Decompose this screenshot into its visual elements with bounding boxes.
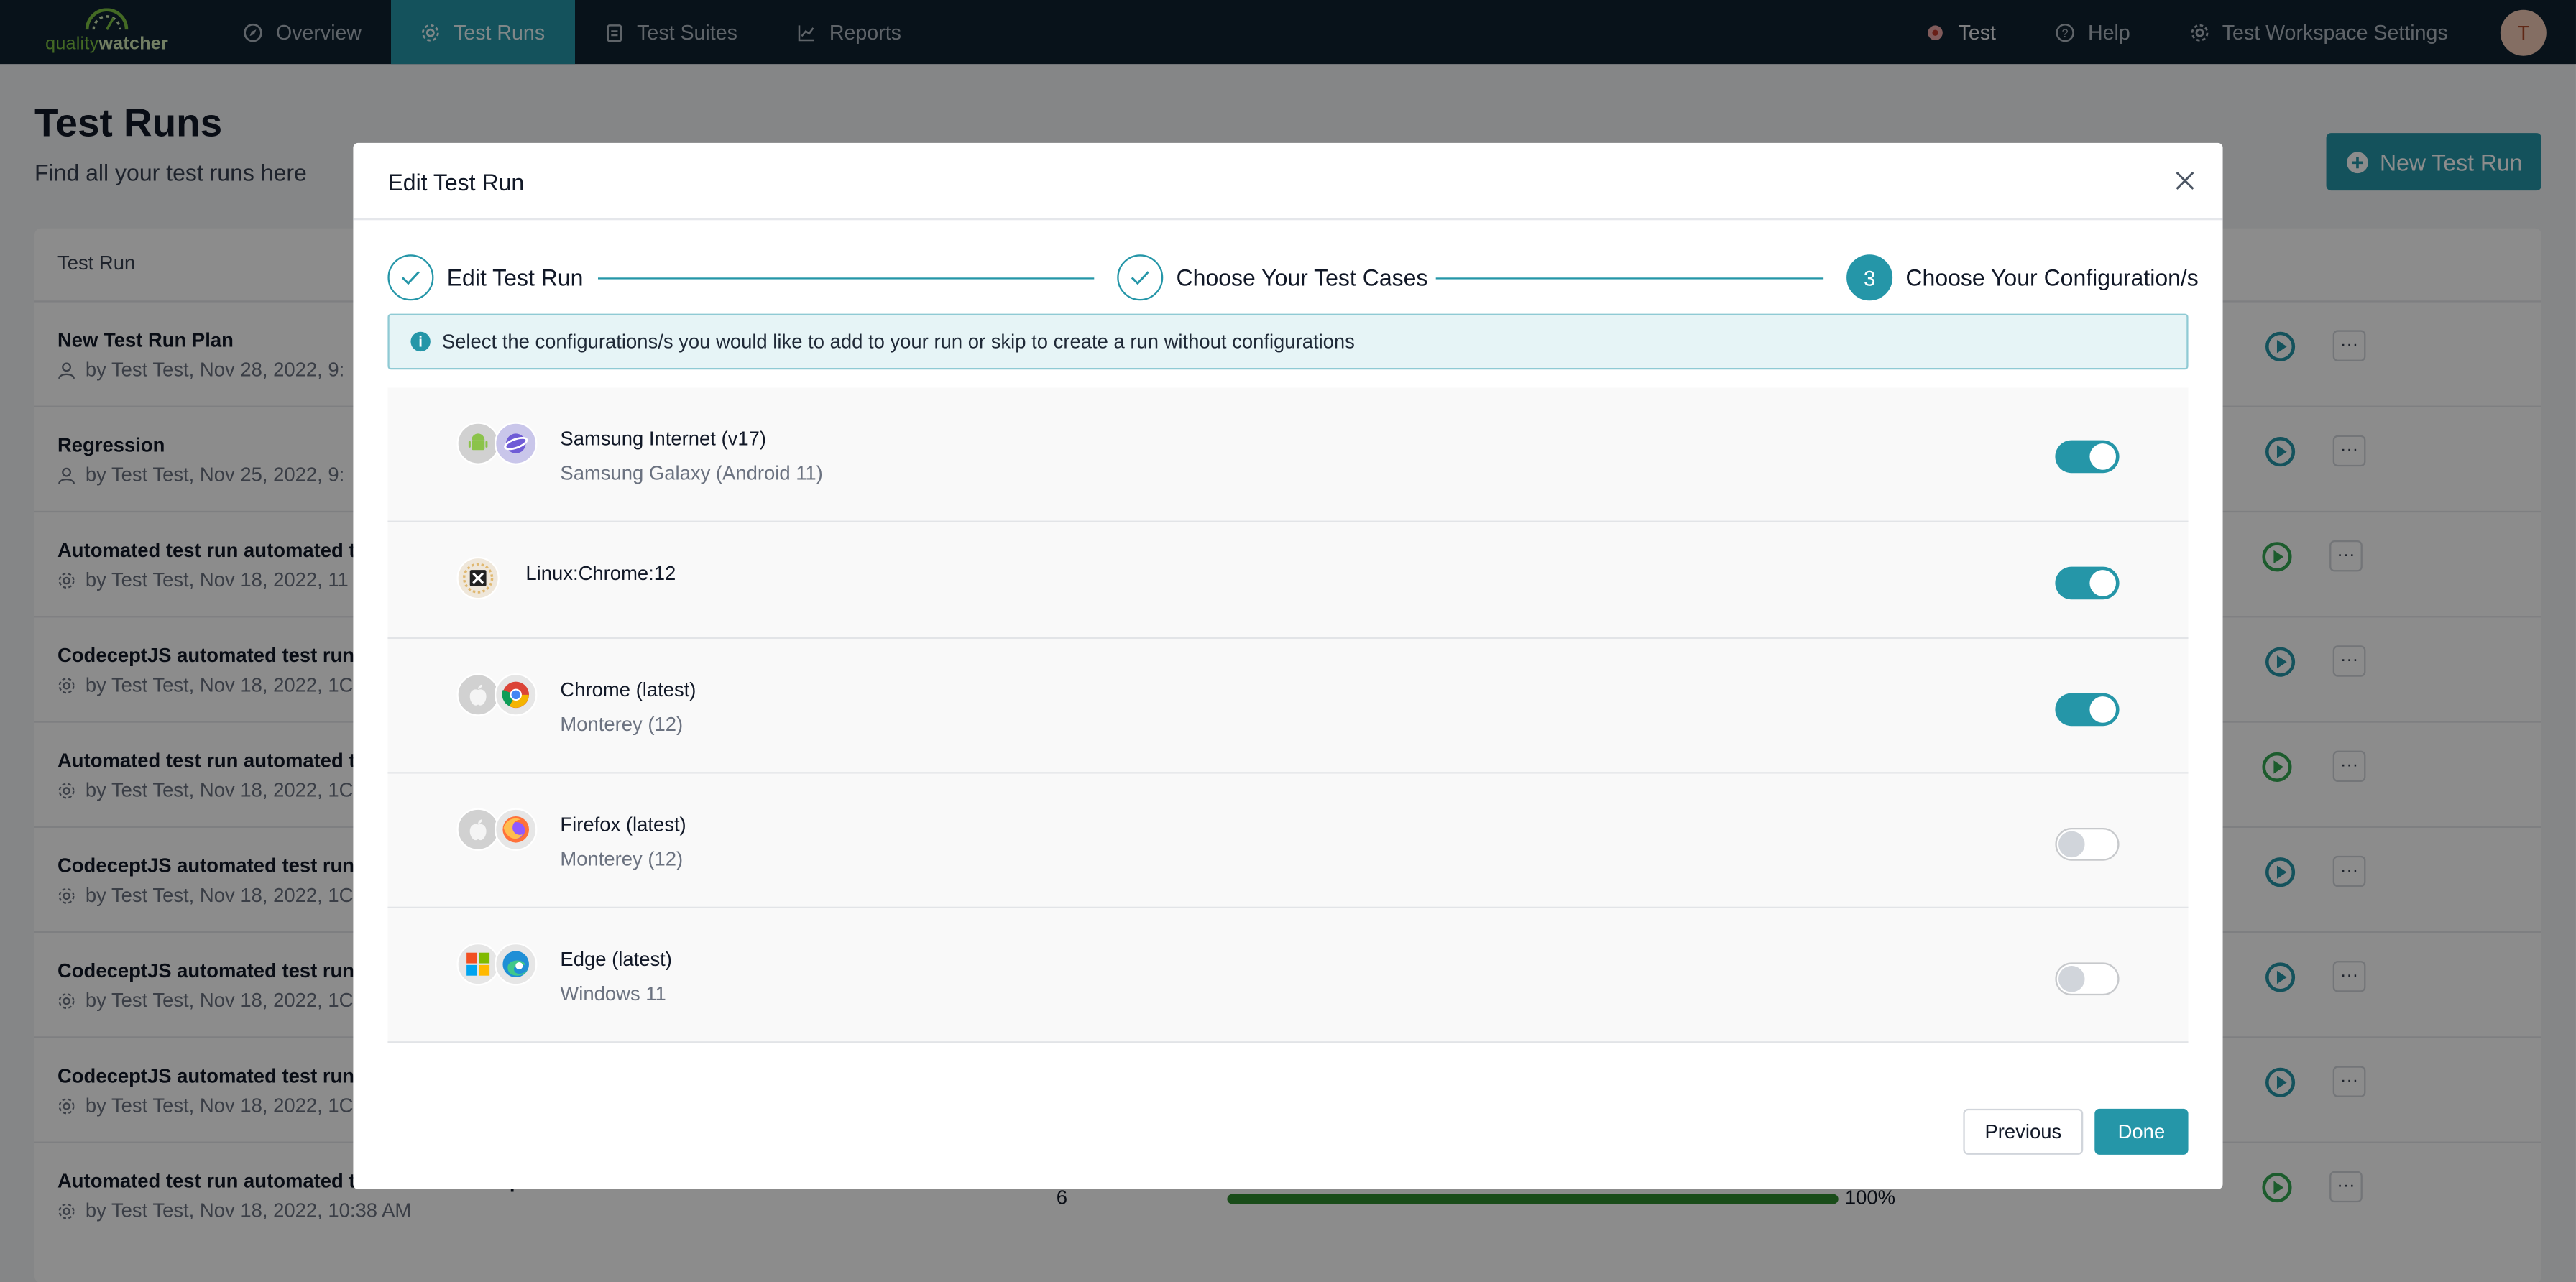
windows-icon xyxy=(456,942,500,986)
info-alert: i Select the configurations/s you would … xyxy=(387,313,2189,370)
custom-config-icon xyxy=(456,556,500,600)
config-toggle[interactable] xyxy=(2055,693,2120,727)
edge-icon xyxy=(494,942,538,986)
step-choose-test-cases[interactable]: Choose Your Test Cases xyxy=(1117,254,1428,301)
step-label: Choose Your Configuration/s xyxy=(1905,264,2199,291)
previous-button[interactable]: Previous xyxy=(1963,1108,2084,1155)
apple-icon xyxy=(456,673,500,716)
config-subtitle: Samsung Galaxy (Android 11) xyxy=(560,461,823,485)
done-button[interactable]: Done xyxy=(2094,1108,2189,1155)
info-icon: i xyxy=(410,331,431,352)
config-toggle[interactable] xyxy=(2055,962,2120,996)
config-subtitle: Windows 11 xyxy=(560,982,666,1005)
config-toggle[interactable] xyxy=(2055,566,2120,600)
close-icon[interactable] xyxy=(2174,169,2196,192)
config-icons xyxy=(456,422,538,465)
config-subtitle: Monterey (12) xyxy=(560,847,684,871)
step-choose-configurations[interactable]: 3 Choose Your Configuration/s xyxy=(1846,254,2199,301)
step-connector xyxy=(597,277,1095,280)
config-icons xyxy=(456,942,538,986)
config-name: Firefox (latest) xyxy=(560,813,686,836)
modal-header: Edit Test Run xyxy=(353,143,2223,221)
chrome-icon xyxy=(494,673,538,716)
info-text: Select the configurations/s you would li… xyxy=(441,330,1355,354)
config-icons xyxy=(456,808,538,851)
config-subtitle: Monterey (12) xyxy=(560,712,684,736)
check-icon xyxy=(1117,254,1164,301)
apple-icon xyxy=(456,808,500,851)
samsung-internet-icon xyxy=(494,422,538,465)
app-root: qualitywatcher Overview Test Runs Test S… xyxy=(0,0,2576,1282)
config-name: Edge (latest) xyxy=(560,947,672,971)
step-label: Edit Test Run xyxy=(446,264,584,291)
config-icons xyxy=(456,673,538,716)
stepper: Edit Test Run Choose Your Test Cases 3 C… xyxy=(387,254,2199,304)
config-name: Linux:Chrome:12 xyxy=(525,561,676,585)
step-edit-test-run[interactable]: Edit Test Run xyxy=(387,254,584,301)
config-item[interactable]: Firefox (latest) Monterey (12) xyxy=(387,773,2189,908)
android-icon xyxy=(456,422,500,465)
firefox-icon xyxy=(494,808,538,851)
step-label: Choose Your Test Cases xyxy=(1176,264,1428,291)
config-icons xyxy=(456,556,500,600)
config-toggle[interactable] xyxy=(2055,827,2120,861)
config-item[interactable]: Edge (latest) Windows 11 xyxy=(387,908,2189,1043)
step-number: 3 xyxy=(1846,254,1893,301)
config-item[interactable]: Linux:Chrome:12 xyxy=(387,522,2189,640)
step-connector xyxy=(1435,277,1824,280)
config-name: Samsung Internet (v17) xyxy=(560,427,767,451)
config-item[interactable]: Chrome (latest) Monterey (12) xyxy=(387,639,2189,774)
config-item[interactable]: Samsung Internet (v17) Samsung Galaxy (A… xyxy=(387,387,2189,522)
config-toggle[interactable] xyxy=(2055,440,2120,474)
modal-title: Edit Test Run xyxy=(387,169,525,195)
configuration-list: Samsung Internet (v17) Samsung Galaxy (A… xyxy=(387,387,2189,1043)
config-name: Chrome (latest) xyxy=(560,678,696,701)
edit-test-run-modal: Edit Test Run Edit Test Run Choose Your … xyxy=(353,142,2223,1189)
check-icon xyxy=(387,254,434,301)
